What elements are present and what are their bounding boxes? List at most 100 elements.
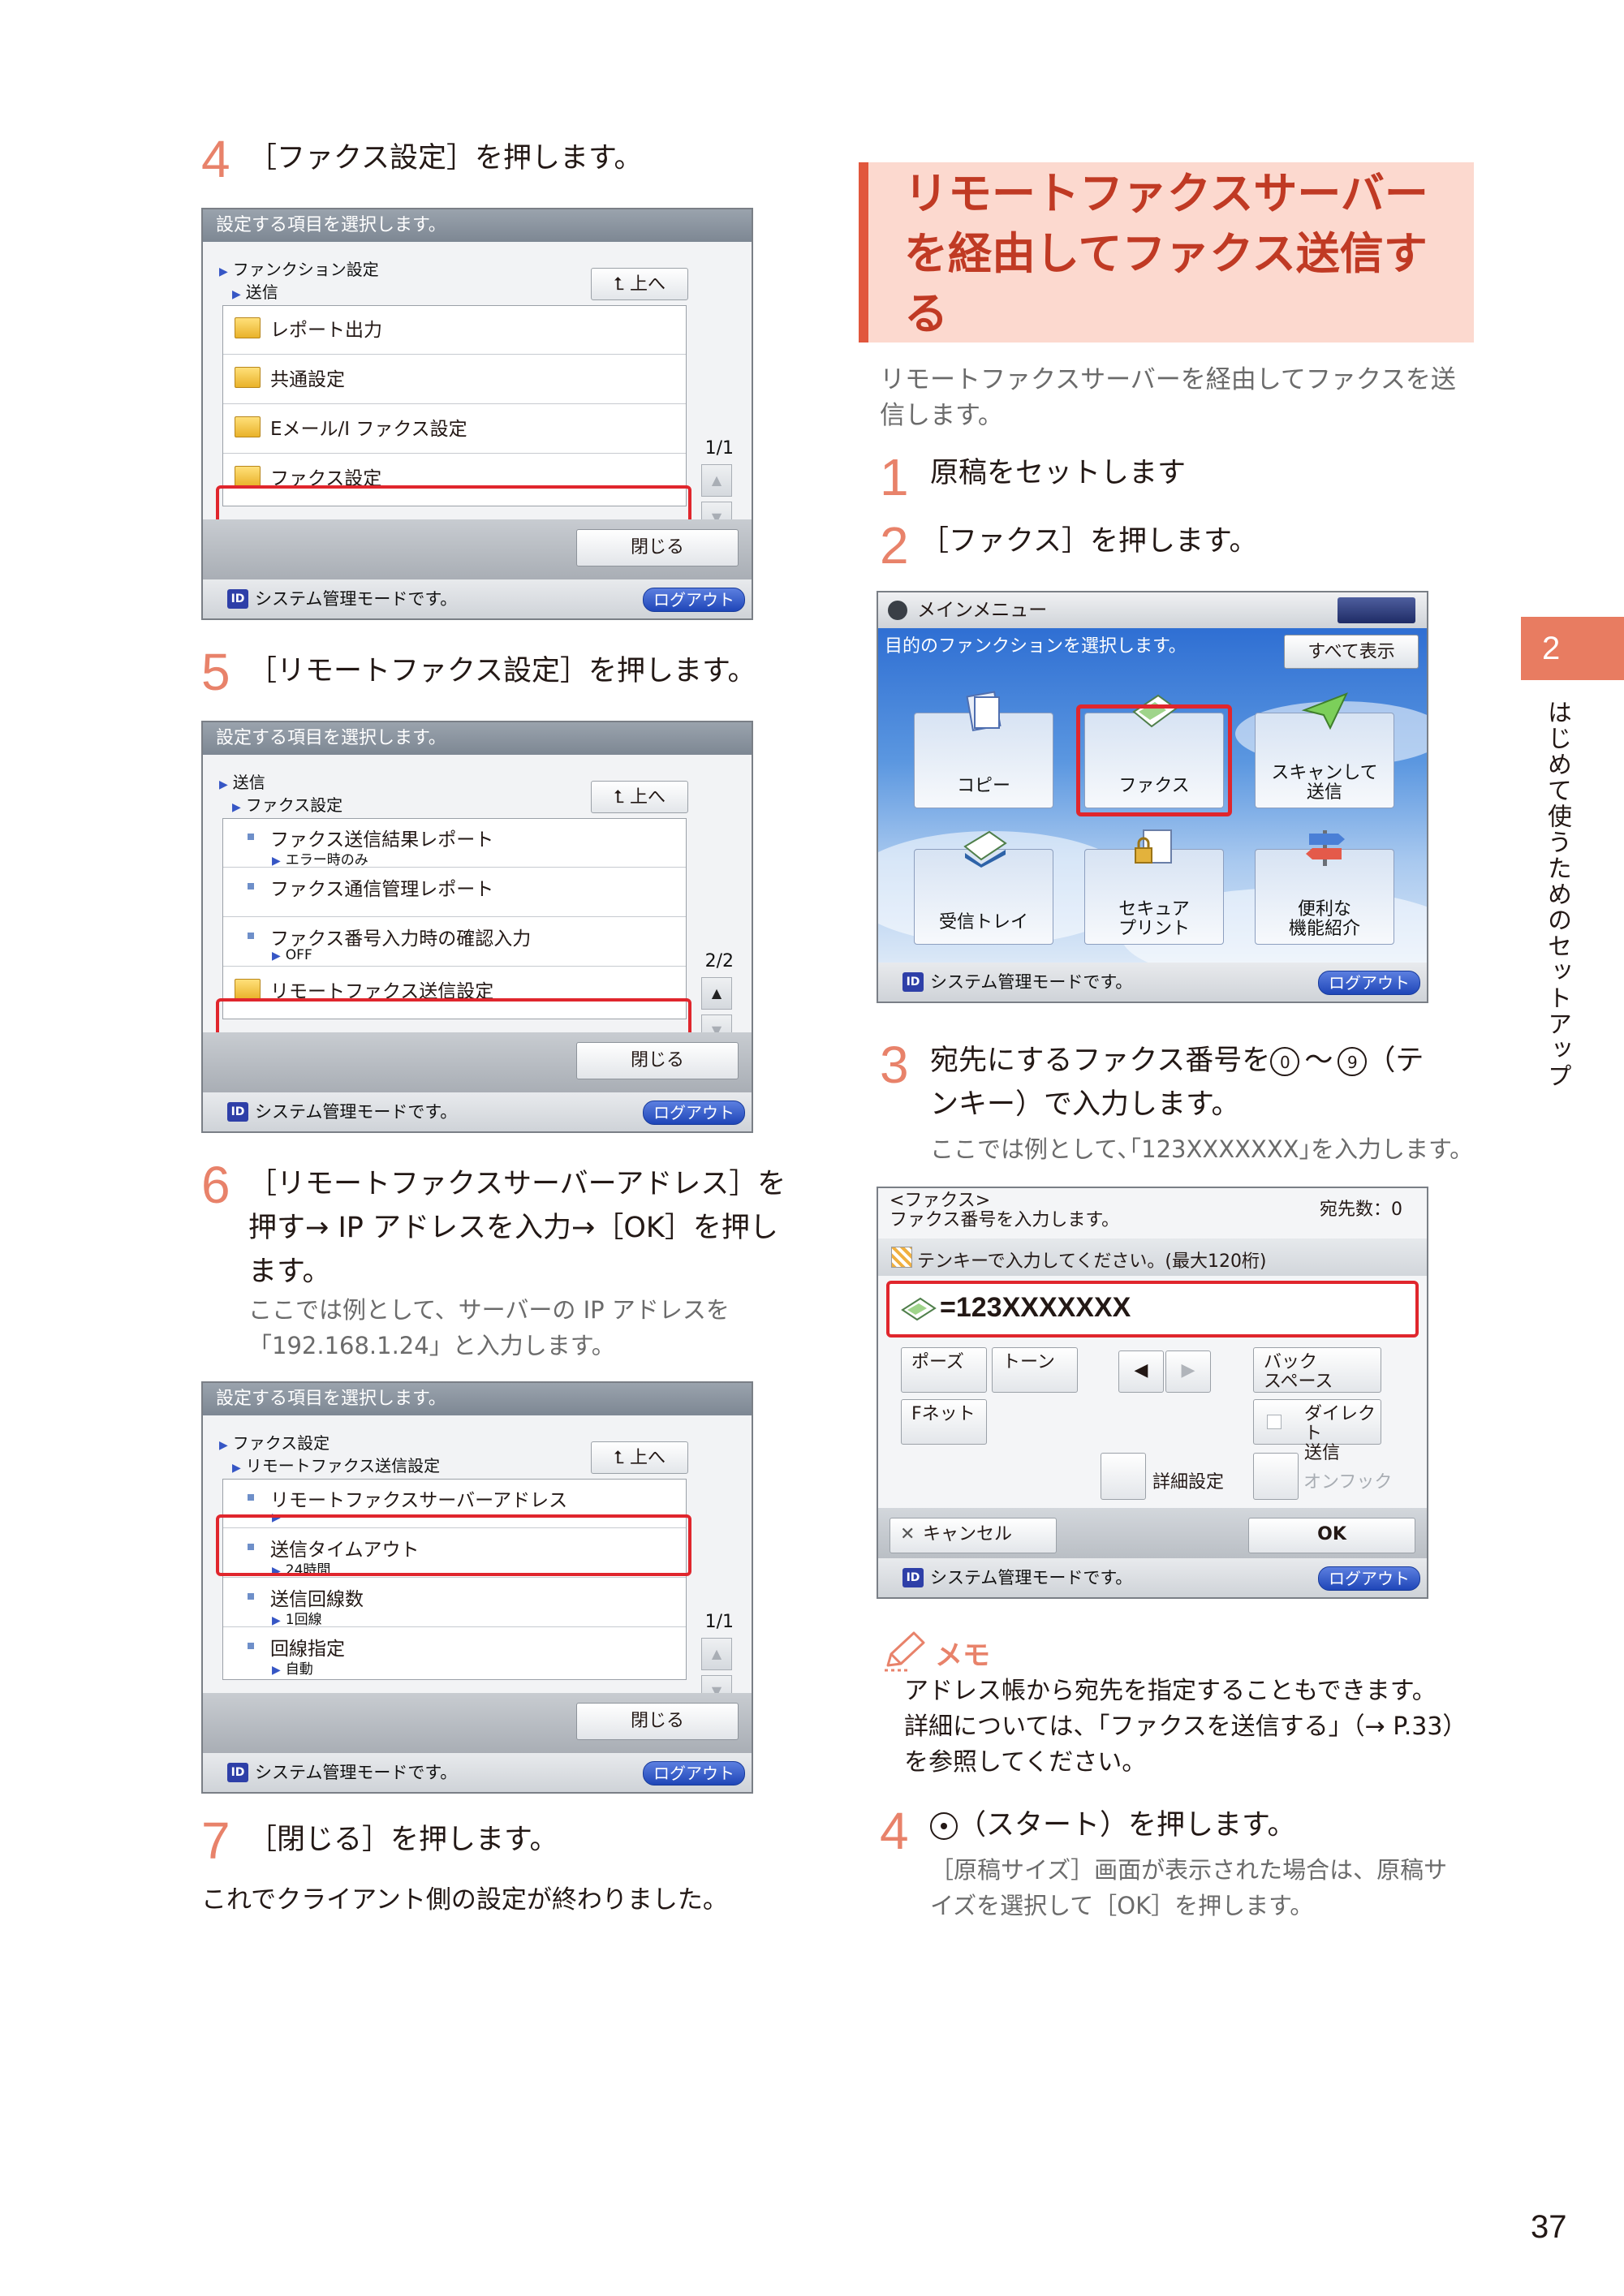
step-note: ここでは例として､｢123XXXXXXX｣を入力します。 — [930, 1135, 1474, 1163]
direct-send-button[interactable]: ダイレクト 送信 — [1253, 1399, 1381, 1463]
screen-subtitle: 目的のファンクションを選択します。 — [885, 636, 1187, 657]
list-item[interactable]: Eメール/I ファクス設定 — [223, 405, 686, 454]
chapter-tab: 2 — [1521, 617, 1624, 680]
step-number: 5 — [201, 643, 230, 701]
checkbox-icon — [1267, 1415, 1282, 1429]
up-arrow-icon: ⮤ — [614, 1448, 630, 1468]
settings-screen-3: 設定する項目を選択します。 ▶ ファクス設定 ▶ リモートファクス送信設定 ⮤ 上へ… — [201, 1381, 753, 1794]
list-item[interactable]: 共通設定 — [223, 355, 686, 404]
bullet-icon — [248, 1593, 254, 1600]
close-button[interactable]: 閉じる — [576, 1703, 739, 1740]
folder-icon — [235, 466, 261, 487]
copy-tile[interactable]: コピー — [914, 691, 1053, 808]
up-arrow-icon: ⮤ — [614, 787, 630, 808]
fnet-button[interactable]: Fネット — [901, 1399, 987, 1445]
status-text: システム管理モードです。 — [255, 1763, 458, 1782]
page-indicator: 1/1 — [704, 438, 734, 459]
intro-text: 信します。 — [880, 401, 1003, 430]
inbox-tile[interactable]: 受信トレイ — [914, 830, 1053, 945]
close-button[interactable]: 閉じる — [576, 1042, 739, 1079]
bullet-icon — [248, 933, 254, 939]
up-button[interactable]: ⮤ 上へ — [591, 781, 688, 813]
backspace-button[interactable]: バック スペース — [1253, 1347, 1381, 1393]
step-text: 宛先にするファクス番号を 0 ～ 9 （テ — [930, 1045, 1424, 1077]
status-text: システム管理モードです。 — [255, 1102, 458, 1122]
id-icon: ID — [227, 1102, 248, 1122]
arrow-right-icon: ▶ — [1181, 1360, 1195, 1381]
step-text: ンキー）で入力します。 — [930, 1088, 1240, 1121]
scan-send-tile[interactable]: スキャンして 送信 — [1255, 692, 1394, 808]
step-number: 4 — [880, 1802, 909, 1860]
detail-settings-toggle[interactable] — [1101, 1453, 1146, 1500]
secure-print-tile[interactable]: セキュア プリント — [1084, 829, 1224, 945]
fax-icon — [901, 1297, 937, 1321]
memo-text: 詳細については、「ファクスを送信する」（→ P.33） — [904, 1712, 1467, 1741]
screen-header: 設定する項目を選択します。 — [203, 1383, 752, 1415]
pause-button[interactable]: ポーズ — [901, 1347, 987, 1393]
key-0-icon: 0 — [1270, 1047, 1300, 1076]
logout-button[interactable]: ログアウト — [643, 1761, 745, 1786]
list-item[interactable]: ファクス通信管理レポート — [223, 868, 686, 917]
onhook-toggle[interactable] — [1253, 1453, 1299, 1500]
screen-header: 設定する項目を選択します。 — [203, 209, 752, 242]
step-text: ます。 — [248, 1256, 331, 1288]
main-menu-screen: メインメニュー 目的のファンクションを選択します。 すべて表示 コピー ファクス… — [877, 591, 1428, 1003]
lock-icon — [1135, 829, 1172, 864]
up-button[interactable]: ⮤ 上へ — [591, 268, 688, 300]
screen-title: メインメニュー — [917, 600, 1048, 621]
bullet-icon — [248, 834, 254, 840]
settings-screen-1: 設定する項目を選択します。 ▶ ファンクション設定 ▶ 送信 ⮤ 上へ レポート出力… — [201, 208, 753, 620]
fax-number-field[interactable]: =123XXXXXXX — [886, 1281, 1419, 1338]
step-note: イズを選択して［OK］を押します。 — [930, 1892, 1314, 1919]
scroll-up-button[interactable]: ▲ — [701, 464, 732, 497]
bullet-icon — [248, 1643, 254, 1649]
onhook-label: オンフック — [1303, 1472, 1393, 1493]
memo-text: を参照してください。 — [904, 1748, 1147, 1777]
bullet-icon — [248, 1494, 254, 1501]
step-number: 7 — [201, 1811, 230, 1870]
signpost-icon — [1306, 830, 1345, 866]
arrow-left-icon: ◀ — [1134, 1360, 1148, 1381]
keypad-hint-icon — [891, 1247, 912, 1268]
step-number: 4 — [201, 130, 230, 188]
paper-plane-icon — [1301, 692, 1348, 730]
logout-button[interactable]: ログアウト — [643, 1101, 745, 1125]
id-icon: ID — [227, 589, 248, 609]
section-heading-bar — [859, 162, 868, 342]
id-icon: ID — [902, 1568, 924, 1587]
list-item[interactable]: レポート出力 — [223, 306, 686, 355]
highlight-frame — [1076, 704, 1232, 816]
list-item[interactable]: ファクス送信結果レポート ▶ エラー時のみ — [223, 819, 686, 868]
page-indicator: 1/1 — [704, 1612, 734, 1632]
list-item[interactable]: ファクス番号入力時の確認入力 ▶ OFF — [223, 918, 686, 967]
up-button[interactable]: ⮤ 上へ — [591, 1441, 688, 1474]
show-all-button[interactable]: すべて表示 — [1284, 635, 1419, 669]
fax-number-value: =123XXXXXXX — [940, 1292, 1131, 1323]
main-menu-icon — [888, 601, 907, 620]
folder-icon — [235, 317, 261, 338]
step-number: 1 — [880, 448, 909, 506]
home-button[interactable] — [1338, 597, 1415, 623]
scroll-up-button[interactable]: ▲ — [701, 977, 732, 1010]
cursor-left-button[interactable]: ◀ — [1118, 1350, 1164, 1393]
list-item[interactable]: 送信回線数 ▶ 1回線 — [223, 1579, 686, 1628]
list-item[interactable]: 回線指定 ▶ 自動 — [223, 1628, 686, 1678]
ok-button[interactable]: OK — [1248, 1518, 1415, 1553]
step-note: 「192.168.1.24」と入力します。 — [248, 1332, 615, 1359]
memo-text: アドレス帳から宛先を指定することもできます。 — [904, 1677, 1437, 1705]
page-indicator: 2/2 — [704, 951, 734, 971]
scroll-up-button[interactable]: ▲ — [701, 1638, 732, 1670]
features-tile[interactable]: 便利な 機能紹介 — [1255, 830, 1394, 945]
status-text: システム管理モードです。 — [930, 972, 1133, 992]
tone-button[interactable]: トーン — [992, 1347, 1078, 1393]
logout-button[interactable]: ログアウト — [1318, 971, 1420, 995]
cancel-button[interactable]: ✕ キャンセル — [890, 1518, 1057, 1553]
close-button[interactable]: 閉じる — [576, 529, 739, 566]
logout-button[interactable]: ログアウト — [1318, 1566, 1420, 1591]
intro-text: リモートファクスサーバーを経由してファクスを送 — [880, 365, 1456, 394]
logout-button[interactable]: ログアウト — [643, 588, 745, 612]
key-9-icon: 9 — [1338, 1047, 1368, 1076]
step-text: （スタート）を押します。 — [930, 1803, 1296, 1847]
cursor-right-button[interactable]: ▶ — [1165, 1350, 1211, 1393]
chapter-label: はじめて使うためのセットアップ — [1543, 700, 1571, 1089]
